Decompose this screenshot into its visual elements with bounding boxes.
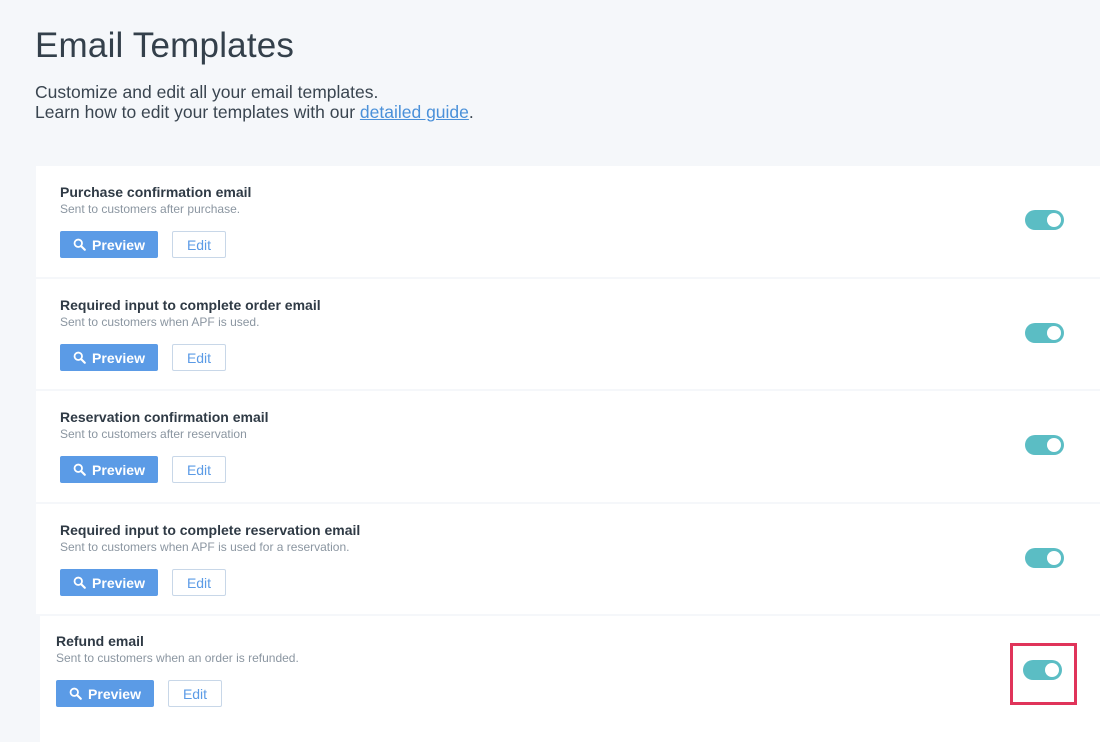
edit-button[interactable]: Edit xyxy=(172,569,226,596)
page-subtitle: Customize and edit all your email templa… xyxy=(35,82,474,122)
preview-label: Preview xyxy=(92,574,145,591)
toggle-knob xyxy=(1047,326,1061,340)
enable-toggle[interactable] xyxy=(1025,435,1064,455)
preview-label: Preview xyxy=(92,236,145,253)
subtitle-line-1: Customize and edit all your email templa… xyxy=(35,82,379,102)
template-name: Reservation confirmation email xyxy=(60,409,269,425)
template-description: Sent to customers when APF is used for a… xyxy=(60,540,350,554)
detailed-guide-link[interactable]: detailed guide xyxy=(360,102,469,122)
preview-button[interactable]: Preview xyxy=(56,680,154,707)
preview-label: Preview xyxy=(92,349,145,366)
toggle-knob xyxy=(1047,438,1061,452)
search-icon xyxy=(73,576,86,589)
edit-button[interactable]: Edit xyxy=(172,231,226,258)
enable-toggle[interactable] xyxy=(1025,548,1064,568)
enable-toggle[interactable] xyxy=(1025,323,1064,343)
edit-button[interactable]: Edit xyxy=(168,680,222,707)
preview-button[interactable]: Preview xyxy=(60,344,158,371)
preview-label: Preview xyxy=(88,685,141,702)
template-description: Sent to customers after reservation xyxy=(60,427,247,441)
highlight-box xyxy=(1010,643,1077,705)
preview-button[interactable]: Preview xyxy=(60,456,158,483)
template-name: Required input to complete order email xyxy=(60,297,321,313)
template-name: Purchase confirmation email xyxy=(60,184,252,200)
template-description: Sent to customers after purchase. xyxy=(60,202,241,216)
template-card-refund: Refund email Sent to customers when an o… xyxy=(40,616,1100,742)
preview-button[interactable]: Preview xyxy=(60,231,158,258)
template-description: Sent to customers when APF is used. xyxy=(60,315,260,329)
email-templates-page: Email Templates Customize and edit all y… xyxy=(0,0,1100,742)
subtitle-suffix: . xyxy=(468,102,474,122)
search-icon xyxy=(69,687,82,700)
page-title: Email Templates xyxy=(35,26,295,65)
enable-toggle[interactable] xyxy=(1025,210,1064,230)
template-card-purchase-confirmation: Purchase confirmation email Sent to cust… xyxy=(36,166,1100,277)
template-card-required-input-order: Required input to complete order email S… xyxy=(36,279,1100,389)
template-card-reservation-confirmation: Reservation confirmation email Sent to c… xyxy=(36,391,1100,502)
template-name: Required input to complete reservation e… xyxy=(60,522,361,538)
edit-button[interactable]: Edit xyxy=(172,456,226,483)
edit-button[interactable]: Edit xyxy=(172,344,226,371)
toggle-knob xyxy=(1047,213,1061,227)
template-card-required-input-reservation: Required input to complete reservation e… xyxy=(36,504,1100,614)
toggle-knob xyxy=(1047,551,1061,565)
search-icon xyxy=(73,351,86,364)
template-name: Refund email xyxy=(56,633,144,649)
preview-label: Preview xyxy=(92,461,145,478)
subtitle-line-2: Learn how to edit your templates with ou… xyxy=(35,102,474,122)
subtitle-prefix: Learn how to edit your templates with ou… xyxy=(35,102,360,122)
search-icon xyxy=(73,238,86,251)
template-description: Sent to customers when an order is refun… xyxy=(56,651,299,665)
preview-button[interactable]: Preview xyxy=(60,569,158,596)
search-icon xyxy=(73,463,86,476)
